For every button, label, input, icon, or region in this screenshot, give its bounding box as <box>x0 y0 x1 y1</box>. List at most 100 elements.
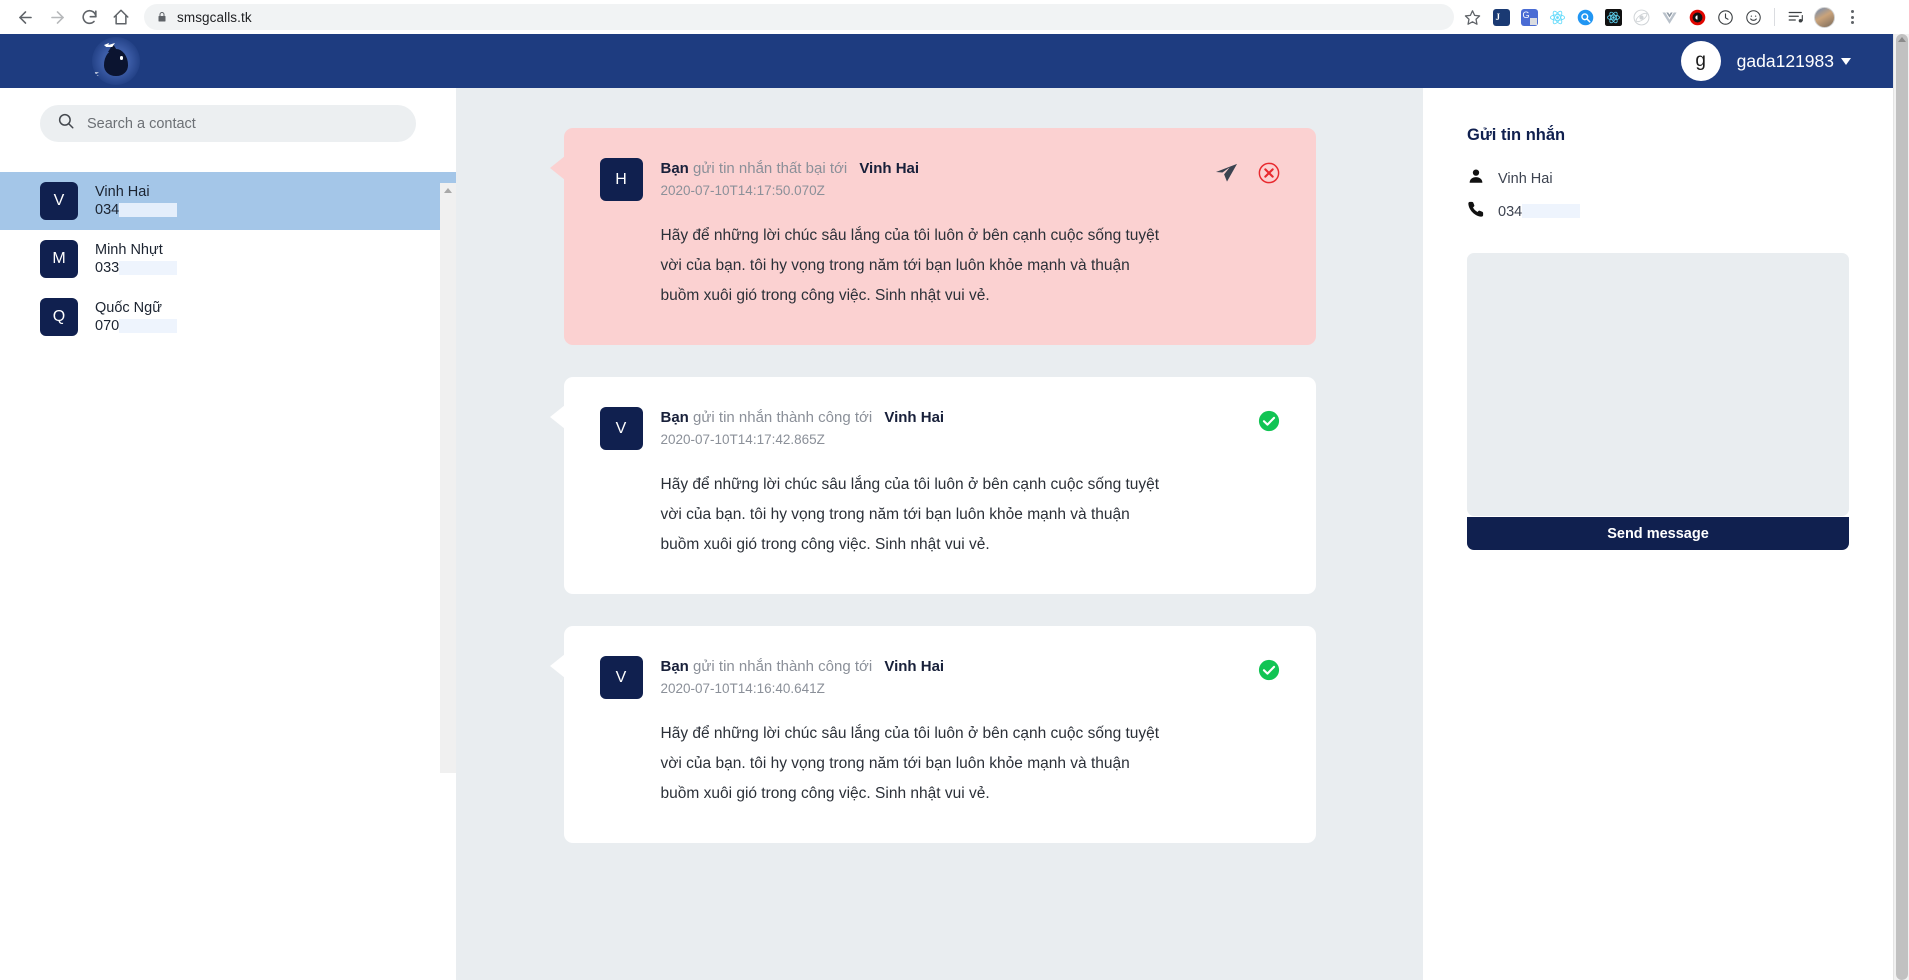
recipient-phone-prefix: 034 <box>1498 203 1523 220</box>
message-title: Bạn gửi tin nhắn thành công tới Vinh Hai <box>661 657 1240 676</box>
message-recipient: Vinh Hai <box>859 160 920 177</box>
address-bar[interactable]: smsgcalls.tk <box>144 4 1454 30</box>
paper-plane-icon[interactable] <box>1215 161 1238 184</box>
message-feed: H Bạn gửi tin nhắn thất bại tới Vinh Hai… <box>456 88 1423 980</box>
message-timestamp: 2020-07-10T14:17:42.865Z <box>660 432 825 447</box>
contact-avatar: V <box>40 182 78 220</box>
bubble-tail <box>549 156 565 180</box>
recipient-phone-row: 034 <box>1467 200 1849 223</box>
toolbar-divider <box>1774 8 1775 26</box>
lock-icon <box>156 11 168 23</box>
message-item: H Bạn gửi tin nhắn thất bại tới Vinh Hai… <box>549 128 1316 345</box>
contacts-sidebar: Search a contact V Vinh Hai 034 M Minh N… <box>0 88 456 980</box>
message-card-success: V Bạn gửi tin nhắn thành công tới Vinh H… <box>549 377 1316 594</box>
message-title: Bạn gửi tin nhắn thành công tới Vinh Hai <box>661 408 1240 427</box>
home-icon[interactable] <box>106 3 136 31</box>
check-circle-icon <box>1258 410 1280 432</box>
bird-logo[interactable] <box>92 37 140 85</box>
chrome-profile-avatar[interactable] <box>1811 4 1837 30</box>
redacted-phone-block <box>1522 203 1581 218</box>
back-arrow-icon[interactable] <box>10 3 40 31</box>
message-sender: Bạn <box>660 409 689 426</box>
list-item[interactable]: Q Quốc Ngữ 070 <box>0 288 456 346</box>
page-scrollbar[interactable] <box>1893 34 1909 980</box>
send-message-button[interactable]: Send message <box>1467 517 1849 550</box>
ionic-extension-icon[interactable] <box>1628 4 1654 30</box>
contact-avatar: Q <box>40 298 78 336</box>
contact-avatar: M <box>40 240 78 278</box>
user-name-label[interactable]: gada121983 <box>1737 51 1851 72</box>
message-timestamp: 2020-07-10T14:17:50.070Z <box>660 183 825 198</box>
recipient-phone: 034 <box>1498 203 1581 220</box>
person-icon <box>1467 167 1485 190</box>
recipient-name: Vinh Hai <box>1498 170 1553 187</box>
user-name-text: gada121983 <box>1736 50 1834 71</box>
message-actions <box>1258 656 1280 681</box>
message-item: V Bạn gửi tin nhắn thành công tới Vinh H… <box>549 626 1316 843</box>
scroll-up-arrow-icon[interactable] <box>444 188 452 193</box>
smiley-extension-icon[interactable] <box>1740 4 1766 30</box>
error-circle-icon[interactable] <box>1258 162 1280 184</box>
message-body: Hãy để những lời chúc sâu lắng của tôi l… <box>660 476 1160 553</box>
app-body: Search a contact V Vinh Hai 034 M Minh N… <box>0 88 1893 980</box>
react-native-extension-icon[interactable] <box>1600 4 1626 30</box>
list-item[interactable]: V Vinh Hai 034 <box>0 172 456 230</box>
google-translate-extension-icon[interactable]: G <box>1516 4 1542 30</box>
user-menu[interactable]: g gada121983 <box>1680 41 1851 81</box>
message-title: Bạn gửi tin nhắn thất bại tới Vinh Hai <box>661 159 1197 178</box>
react-devtools-extension-icon[interactable] <box>1544 4 1570 30</box>
chevron-down-icon <box>1841 57 1851 65</box>
search-input[interactable]: Search a contact <box>40 105 416 142</box>
recipient-name-row: Vinh Hai <box>1467 167 1849 190</box>
message-status-label: gửi tin nhắn thành công tới <box>693 409 873 426</box>
search-extension-icon[interactable] <box>1572 4 1598 30</box>
message-status-label: gửi tin nhắn thành công tới <box>693 658 873 675</box>
adblock-extension-icon[interactable] <box>1684 4 1710 30</box>
compose-panel: Gửi tin nhắn Vinh Hai 034 Send message <box>1423 88 1893 980</box>
phone-icon <box>1467 200 1485 223</box>
vuejs-extension-icon[interactable] <box>1656 4 1682 30</box>
kebab-menu-icon[interactable] <box>1839 4 1865 30</box>
bubble-tail <box>549 405 565 429</box>
reading-list-icon[interactable] <box>1783 4 1809 30</box>
message-card-success: V Bạn gửi tin nhắn thành công tới Vinh H… <box>549 626 1316 843</box>
message-actions <box>1258 407 1280 432</box>
check-circle-icon <box>1258 659 1280 681</box>
contact-phone: 070 <box>95 317 120 334</box>
avatar: g <box>1680 41 1721 81</box>
search-icon <box>57 112 75 135</box>
forward-arrow-icon[interactable] <box>42 3 72 31</box>
address-bar-url: smsgcalls.tk <box>177 9 252 25</box>
scroll-up-arrow-icon[interactable] <box>1898 37 1906 42</box>
message-timestamp: 2020-07-10T14:16:40.641Z <box>660 681 825 696</box>
bubble-tail <box>549 654 565 678</box>
contact-list: V Vinh Hai 034 M Minh Nhựt 033 Q Quốc Ng… <box>0 172 456 346</box>
message-actions <box>1215 158 1280 184</box>
contact-phone: 033 <box>95 259 120 276</box>
compose-recipient-info: Vinh Hai 034 <box>1467 167 1849 223</box>
browser-nav-buttons <box>10 3 136 31</box>
joplin-extension-icon[interactable]: J <box>1488 4 1514 30</box>
message-item: V Bạn gửi tin nhắn thành công tới Vinh H… <box>549 377 1316 594</box>
scrollbar-thumb[interactable] <box>1896 34 1908 980</box>
message-card-failed: H Bạn gửi tin nhắn thất bại tới Vinh Hai… <box>549 128 1316 345</box>
message-body: Hãy để những lời chúc sâu lắng của tôi l… <box>660 725 1160 802</box>
app-header: g gada121983 <box>0 34 1893 88</box>
message-textarea[interactable] <box>1467 253 1849 516</box>
search-placeholder: Search a contact <box>87 115 196 132</box>
message-avatar: H <box>599 158 643 201</box>
redacted-phone-block <box>119 261 178 275</box>
clock-extension-icon[interactable] <box>1712 4 1738 30</box>
star-icon[interactable] <box>1458 3 1486 31</box>
redacted-phone-block <box>119 203 178 217</box>
sidebar-scrollbar[interactable] <box>440 183 456 773</box>
message-avatar: V <box>599 656 643 699</box>
browser-extensions-area: J G <box>1458 3 1865 31</box>
contact-name: Vinh Hai <box>95 183 150 200</box>
message-recipient: Vinh Hai <box>884 409 945 426</box>
list-item[interactable]: M Minh Nhựt 033 <box>0 230 456 288</box>
page-viewport: g gada121983 Search a contact V Vinh Hai… <box>0 34 1893 980</box>
contact-name: Quốc Ngữ <box>95 299 162 316</box>
message-avatar: V <box>599 407 643 450</box>
reload-icon[interactable] <box>74 3 104 31</box>
